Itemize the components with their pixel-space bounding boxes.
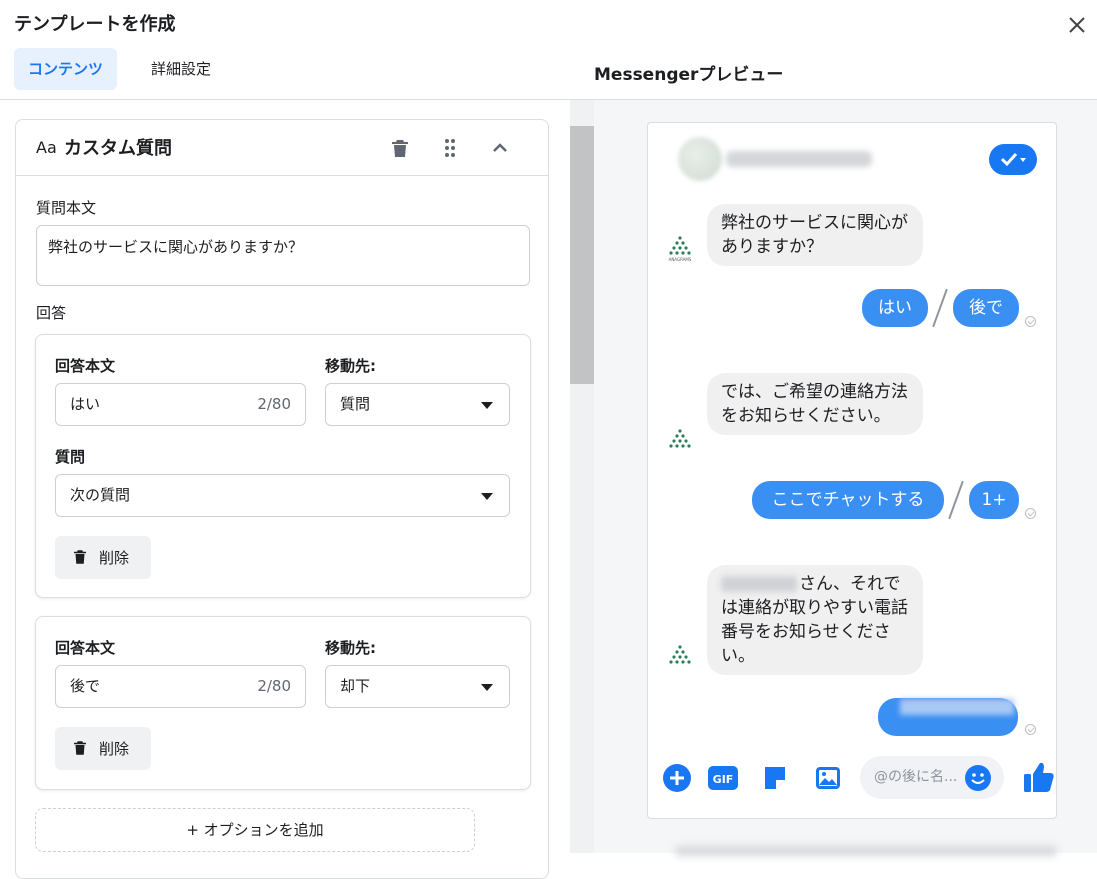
answer-text-label: 回答本文	[55, 639, 116, 657]
svg-text:GIF: GIF	[713, 773, 734, 786]
quick-reply-chat-here[interactable]: ここでチャットする	[752, 481, 944, 519]
reply-divider	[948, 480, 964, 520]
question-input[interactable]: 弊社のサービスに関心がありますか？	[36, 225, 530, 286]
answer-input-value: はい	[70, 395, 101, 413]
card-header: Aa カスタム質問	[16, 120, 548, 176]
quick-reply-later[interactable]: 後で	[953, 289, 1019, 327]
image-icon[interactable]	[813, 763, 843, 793]
delete-label: 削除	[99, 740, 130, 758]
thumbs-up-icon[interactable]	[1022, 759, 1056, 795]
destination-value: 却下	[340, 677, 371, 695]
phone-number-blurred	[900, 699, 1014, 715]
caret-down-icon	[481, 402, 493, 409]
check-icon	[1000, 152, 1026, 167]
quick-reply-more[interactable]: 1+	[969, 481, 1019, 519]
destination-label: 移動先:	[325, 357, 376, 375]
logo-caption: ANAGRAMS	[669, 257, 692, 262]
char-count: 2/80	[257, 677, 291, 695]
card-title: カスタム質問	[64, 138, 172, 159]
dialog-title: テンプレートを作成	[14, 14, 176, 35]
tab-advanced-settings[interactable]: 詳細設定	[137, 48, 225, 90]
quick-reply-yes[interactable]: はい	[862, 289, 928, 327]
check-dropdown-button[interactable]	[989, 144, 1037, 175]
answer-option-1: 回答本文 移動先: はい 2/80 質問 質問 次の質問 削除	[35, 334, 531, 598]
question-select-value: 次の質問	[70, 486, 131, 504]
bot-message-2: では、ご希望の連絡方法をお知らせください。	[707, 373, 923, 435]
answer-input-value: 後で	[70, 677, 101, 695]
question-select[interactable]: 次の質問	[55, 474, 510, 517]
page-name-blurred	[726, 151, 872, 167]
seen-icon	[1025, 724, 1036, 735]
add-option-button[interactable]: + オプションを追加	[35, 808, 475, 852]
seen-icon	[1025, 508, 1036, 519]
emoji-icon[interactable]	[964, 764, 992, 792]
reply-divider	[932, 288, 948, 328]
drag-handle-icon[interactable]	[438, 136, 462, 160]
gif-icon[interactable]: GIF	[707, 763, 739, 793]
sticker-icon[interactable]	[760, 763, 790, 793]
page-logo-icon: ANAGRAMS	[669, 236, 692, 262]
text-type-icon: Aa	[36, 138, 57, 157]
caret-down-icon	[481, 684, 493, 691]
chevron-up-icon[interactable]	[488, 136, 512, 160]
plus-icon[interactable]	[662, 763, 692, 793]
delete-option-button[interactable]: 削除	[55, 727, 151, 770]
answers-label: 回答	[36, 304, 67, 322]
preview-footnote-blurred	[676, 846, 1056, 856]
bot-message-3: さん、それでは連絡が取りやすい電話番号をお知らせください。	[707, 565, 923, 675]
delete-option-button[interactable]: 削除	[55, 536, 151, 579]
question-select-label: 質問	[55, 448, 86, 466]
preview-title: Messengerプレビュー	[594, 65, 784, 85]
messenger-preview: ANAGRAMS 弊社のサービスに関心がありますか？ はい 後で では、ご希望の…	[647, 122, 1057, 819]
question-label: 質問本文	[36, 199, 97, 217]
destination-value: 質問	[340, 395, 371, 413]
destination-select[interactable]: 質問	[325, 383, 510, 426]
delete-label: 削除	[99, 549, 130, 567]
answer-input[interactable]: はい 2/80	[55, 383, 306, 426]
bot-message-1: 弊社のサービスに関心がありますか？	[707, 204, 923, 266]
page-avatar	[678, 137, 722, 181]
answer-option-2: 回答本文 移動先: 後で 2/80 却下 削除	[35, 616, 531, 790]
close-icon[interactable]	[1066, 14, 1088, 36]
trash-icon	[74, 741, 86, 755]
answer-text-label: 回答本文	[55, 357, 116, 375]
tab-content[interactable]: コンテンツ	[14, 48, 118, 90]
scrollbar-thumb[interactable]	[570, 126, 594, 384]
trash-icon	[74, 550, 86, 564]
caret-down-icon	[481, 493, 493, 500]
page-logo-icon	[669, 645, 691, 664]
char-count: 2/80	[257, 395, 291, 413]
trash-icon[interactable]	[388, 136, 412, 160]
page-logo-icon	[669, 429, 691, 448]
custom-question-card: Aa カスタム質問 質問本文 弊社のサービスに関心がありますか？ 回答 回答本文…	[15, 119, 549, 879]
destination-select[interactable]: 却下	[325, 665, 510, 708]
answer-input[interactable]: 後で 2/80	[55, 665, 306, 708]
seen-icon	[1025, 316, 1036, 327]
user-name-blurred	[721, 576, 797, 592]
destination-label: 移動先:	[325, 639, 376, 657]
